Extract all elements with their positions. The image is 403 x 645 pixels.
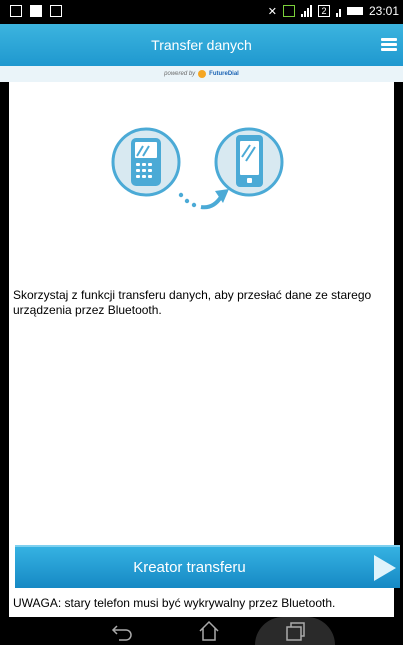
sim1-icon [282,5,295,17]
powered-by-prefix: powered by [164,71,196,77]
home-icon [199,620,219,641]
phone-transfer-illustration [111,127,284,210]
window-notification-icon [50,5,62,17]
transfer-wizard-label: Kreator transferu [133,559,246,576]
mute-icon: ✕ [267,5,277,18]
navigation-bar [0,617,403,645]
futuredial-logo-icon [198,70,207,78]
menu-button[interactable] [381,38,397,52]
menu-icon [381,38,397,41]
bluetooth-note: UWAGA: stary telefon musi być wykrywalny… [13,596,336,610]
arrow-right-icon [374,555,396,581]
new-phone-icon [214,127,284,197]
signal-2-icon [335,5,341,17]
powered-by-brand: FutureDial [209,71,239,77]
sim2-icon: 2 [317,5,330,17]
back-icon [111,625,132,641]
status-time: 23:01 [368,4,399,18]
home-button[interactable] [196,619,222,643]
back-button[interactable] [110,619,136,643]
transfer-wizard-button[interactable]: Kreator transferu [15,545,400,588]
transfer-description: Skorzystaj z funkcji transferu danych, a… [13,288,372,317]
page-title: Transfer danych [151,37,252,53]
powered-by-banner: powered by FutureDial [0,66,403,82]
signal-icon [300,5,312,17]
calendar-notification-icon [10,5,22,17]
battery-icon [346,7,363,15]
transfer-arrow-icon [178,189,229,210]
status-bar: ✕ 2 23:01 [0,0,403,24]
old-phone-icon [111,127,181,197]
recent-apps-icon [286,622,305,641]
app-bar: Transfer danych [0,24,403,66]
document-notification-icon [30,5,42,17]
main-content: Skorzystaj z funkcji transferu danych, a… [9,82,400,617]
recent-apps-button[interactable] [282,619,308,643]
